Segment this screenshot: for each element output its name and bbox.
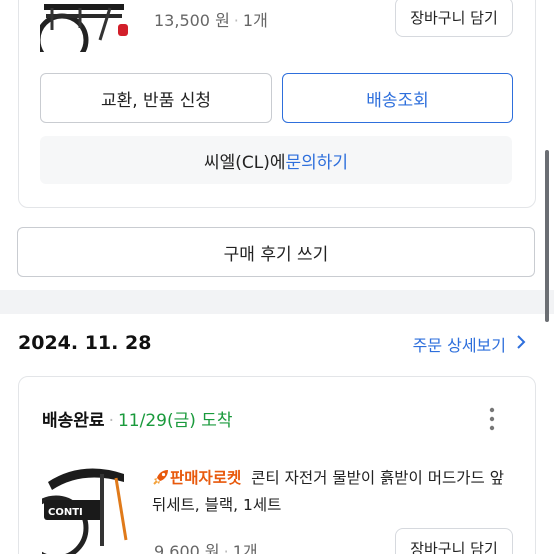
price-text: 13,500 원	[154, 11, 230, 30]
price-text: 9,600 원	[154, 542, 220, 554]
add-to-cart-button[interactable]: 장바구니 담기	[395, 528, 513, 554]
product-thumbnail-rack[interactable]	[40, 0, 130, 52]
inquiry-link[interactable]: 문의하기	[285, 148, 348, 173]
product-title[interactable]: 판매자로켓 콘티 자전거 물받이 흙받이 머드가드 앞뒤세트, 블랙, 1세트	[152, 466, 512, 517]
seller-inquiry[interactable]: 씨엘(CL)에 문의하기	[40, 136, 512, 184]
seller-badge: 판매자로켓	[170, 469, 242, 487]
chevron-right-icon	[516, 334, 526, 354]
brand-text: CONTI	[48, 507, 83, 518]
write-review-button[interactable]: 구매 후기 쓰기	[17, 227, 535, 277]
arrival-date: 11/29(금) 도착	[117, 411, 233, 431]
rocket-icon	[152, 468, 170, 493]
price-line: 9,600 원 · 1개	[154, 538, 258, 554]
more-vertical-icon[interactable]	[486, 406, 498, 432]
order-date: 2024. 11. 28	[18, 332, 152, 354]
quantity-text: 1개	[232, 542, 258, 554]
track-delivery-button[interactable]: 배송조회	[282, 73, 513, 123]
exchange-return-button[interactable]: 교환, 반품 신청	[40, 73, 272, 123]
product-thumbnail-mudguard[interactable]: CONTI	[42, 460, 132, 554]
add-to-cart-button[interactable]: 장바구니 담기	[395, 0, 513, 37]
price-line: 13,500 원 · 1개	[154, 11, 268, 30]
quantity-text: 1개	[242, 11, 268, 30]
scrollbar[interactable]	[545, 150, 549, 322]
status-label: 배송완료	[42, 411, 105, 431]
inquiry-prefix: 씨엘(CL)에	[203, 152, 286, 173]
delivery-status: 배송완료 · 11/29(금) 도착	[42, 411, 233, 431]
order-card-previous: 13,500 원 · 1개 장바구니 담기 교환, 반품 신청 배송조회 씨엘(CL…	[0, 0, 554, 290]
order-detail-label: 주문 상세보기	[412, 336, 506, 355]
order-detail-link[interactable]: 주문 상세보기	[413, 332, 526, 356]
